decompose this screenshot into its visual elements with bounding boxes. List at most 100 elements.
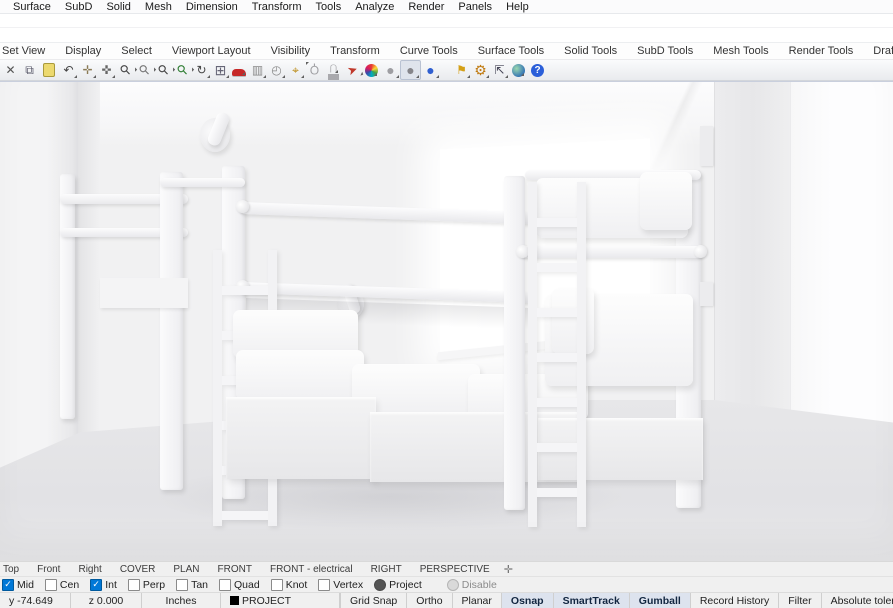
viewport-layout-icon[interactable]: ⊞ (211, 61, 230, 79)
checkbox-icon[interactable] (219, 579, 231, 591)
viewport-tab[interactable]: Front (28, 564, 69, 575)
checkbox-checked-icon[interactable] (2, 579, 14, 591)
radio-off-icon[interactable] (447, 579, 459, 591)
menu-item[interactable]: Transform (245, 1, 309, 13)
viewport-tab[interactable]: PERSPECTIVE (411, 564, 499, 575)
color-wheel-icon[interactable] (365, 64, 378, 77)
checkbox-icon[interactable] (128, 579, 140, 591)
menu-item[interactable]: Panels (451, 1, 499, 13)
osnap-int[interactable]: Int (90, 579, 117, 591)
menu-item[interactable]: Surface (6, 1, 58, 13)
rail-knob (694, 245, 707, 258)
toolbar-tab[interactable]: Select (111, 45, 162, 57)
toolbar-tab[interactable]: Viewport Layout (162, 45, 261, 57)
osnap-mid[interactable]: Mid (2, 579, 34, 591)
menu-item[interactable]: Tools (309, 1, 349, 13)
osnap-vertex[interactable]: Vertex (318, 579, 363, 591)
menu-item[interactable]: Solid (99, 1, 137, 13)
grid-snap-toggle[interactable]: Grid Snap (340, 593, 406, 608)
osnap-disable[interactable]: Disable (447, 579, 497, 591)
origin-icon[interactable]: ⌖ (286, 61, 305, 79)
earth-icon[interactable] (512, 64, 525, 77)
units-indicator[interactable]: Inches (142, 593, 221, 608)
osnap-label: Mid (17, 579, 34, 591)
shade-icon[interactable] (232, 69, 246, 76)
cut-icon[interactable]: ✕ (1, 61, 20, 79)
toolbar-tab[interactable]: Drafting (863, 45, 893, 57)
pan-icon[interactable]: ✛ (78, 61, 97, 79)
toolbar-tab[interactable]: Solid Tools (554, 45, 627, 57)
right-upper-blanket (640, 172, 692, 230)
viewport-tab[interactable]: PLAN (164, 564, 208, 575)
osnap-toggle[interactable]: Osnap (501, 593, 553, 608)
perspective-viewport[interactable] (0, 81, 893, 561)
current-layer[interactable]: PROJECT (221, 593, 340, 608)
lock-icon[interactable]: ⋂ (328, 62, 339, 80)
toolbar-tab[interactable]: SubD Tools (627, 45, 703, 57)
osnap-knot[interactable]: Knot (271, 579, 308, 591)
render-icon[interactable]: ➤ (340, 58, 364, 81)
viewport-tab[interactable]: Top (0, 564, 28, 575)
osnap-quad[interactable]: Quad (219, 579, 260, 591)
menu-item[interactable]: Help (499, 1, 536, 13)
viewport-tab[interactable]: COVER (111, 564, 165, 575)
viewport-tab[interactable]: FRONT (209, 564, 261, 575)
left-bunk-panel (100, 278, 188, 308)
checkbox-icon[interactable] (45, 579, 57, 591)
osnap-label: Int (105, 579, 117, 591)
toolbar-tab[interactable]: Mesh Tools (703, 45, 778, 57)
toolbar-tab[interactable]: Set View (0, 45, 55, 57)
checkbox-icon[interactable] (271, 579, 283, 591)
command-prompt[interactable] (0, 28, 893, 43)
menu-item[interactable]: SubD (58, 1, 100, 13)
lightbulb-icon[interactable]: Ϙ (305, 61, 324, 79)
menu-item[interactable]: Dimension (179, 1, 245, 13)
menu-bar: SurfaceSubDSolidMeshDimensionTransformTo… (0, 0, 893, 14)
wall-bracket-upper (700, 126, 713, 166)
radio-on-icon[interactable] (374, 579, 386, 591)
undo-icon[interactable]: ↶ (59, 61, 78, 79)
osnap-label: Vertex (333, 579, 363, 591)
gumball-toggle[interactable]: Gumball (629, 593, 690, 608)
smarttrack-toggle[interactable]: SmartTrack (553, 593, 629, 608)
menu-item[interactable]: Mesh (138, 1, 179, 13)
osnap-label: Tan (191, 579, 208, 591)
record-history-toggle[interactable]: Record History (690, 593, 778, 608)
osnap-tan[interactable]: Tan (176, 579, 208, 591)
display-options-icon[interactable]: ▥ (248, 61, 267, 79)
shaded-display-icon[interactable]: ● (381, 61, 400, 79)
planar-toggle[interactable]: Planar (452, 593, 501, 608)
flag-icon[interactable]: ⚑ (452, 61, 471, 79)
osnap-project[interactable]: Project (374, 579, 422, 591)
viewport-tab[interactable]: FRONT - electrical (261, 564, 362, 575)
rail-knob (236, 200, 249, 213)
viewport-tab[interactable]: Right (69, 564, 110, 575)
help-icon[interactable]: ? (531, 64, 544, 77)
raytraced-display-icon[interactable]: ● (421, 61, 440, 79)
osnap-cen[interactable]: Cen (45, 579, 79, 591)
copy-icon[interactable]: ⧉ (20, 61, 39, 79)
ortho-toggle[interactable]: Ortho (406, 593, 451, 608)
viewport-tab[interactable]: RIGHT (362, 564, 411, 575)
toolbar-tab[interactable]: Visibility (261, 45, 321, 57)
toolbar-tab[interactable]: Render Tools (779, 45, 864, 57)
osnap-perp[interactable]: Perp (128, 579, 165, 591)
dimension-tool-icon[interactable]: ⇱ (490, 61, 509, 79)
checkbox-checked-icon[interactable] (90, 579, 102, 591)
checkbox-icon[interactable] (318, 579, 330, 591)
toolbar-tab[interactable]: Display (55, 45, 111, 57)
filter-toggle[interactable]: Filter (778, 593, 820, 608)
toolbar-tab[interactable]: Transform (320, 45, 390, 57)
menu-item[interactable]: Render (401, 1, 451, 13)
undo-view-icon[interactable]: ◴ (267, 61, 286, 79)
menu-item[interactable]: Analyze (348, 1, 401, 13)
rendered-display-icon[interactable]: ● (400, 60, 421, 80)
toolbar-tab[interactable]: Surface Tools (468, 45, 554, 57)
options-gear-icon[interactable]: ⚙ (471, 61, 490, 79)
toolbar-tab[interactable]: Curve Tools (390, 45, 468, 57)
layer-color-swatch (230, 596, 239, 605)
new-viewport-tab-icon[interactable]: ✛ (499, 563, 518, 576)
paste-icon[interactable] (43, 63, 55, 77)
rotate-view-icon[interactable]: ↻ (192, 61, 211, 79)
checkbox-icon[interactable] (176, 579, 188, 591)
